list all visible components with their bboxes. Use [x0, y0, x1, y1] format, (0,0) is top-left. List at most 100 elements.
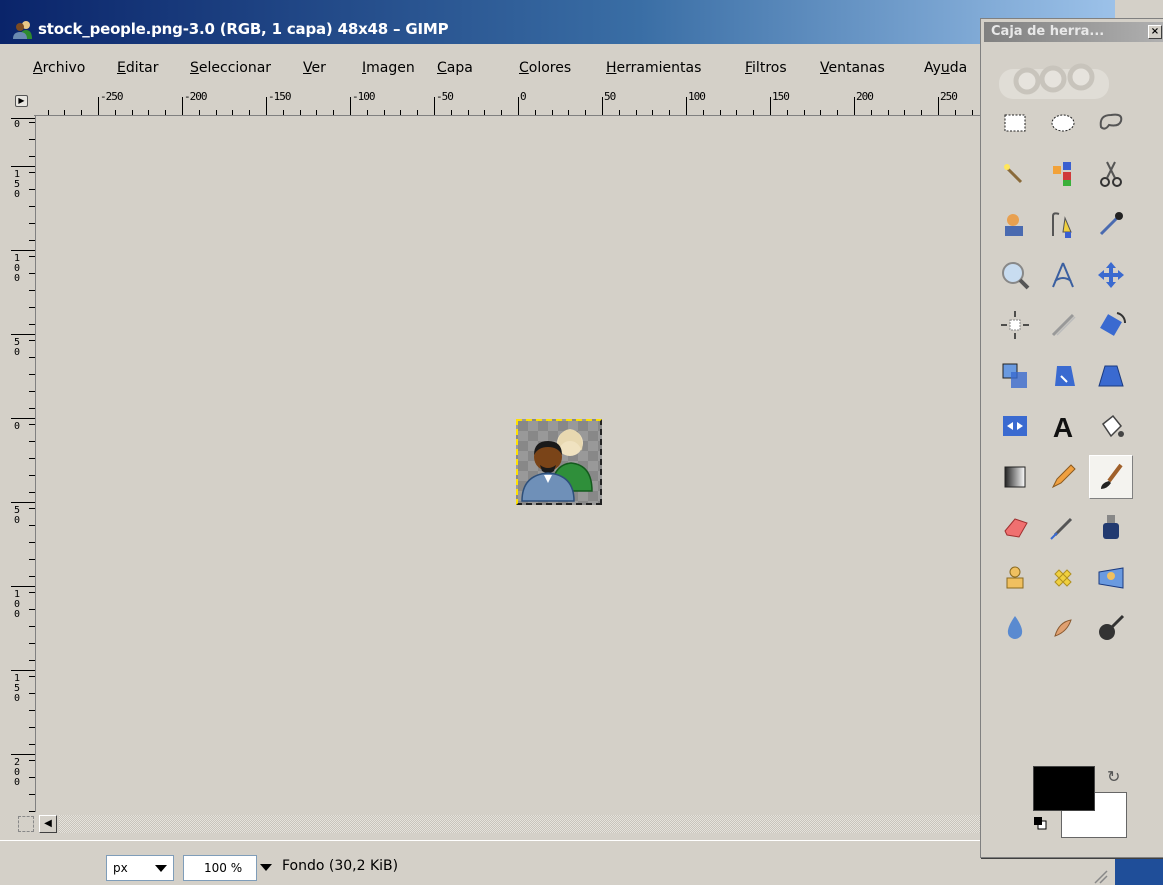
scroll-left-button[interactable]: ◀ [39, 815, 57, 833]
tool-color-picker-button[interactable] [1089, 202, 1133, 246]
resize-grip-icon[interactable] [1090, 866, 1108, 884]
blur-icon [1007, 616, 1023, 639]
dodge-burn-icon [1099, 614, 1125, 640]
toolbox-title-bar[interactable]: Caja de herra... × [984, 22, 1163, 42]
tool-eraser-button[interactable] [993, 505, 1037, 549]
tool-blur-button[interactable] [993, 606, 1037, 650]
perspective-clone-icon [1098, 566, 1124, 589]
ruler-major-tick [11, 250, 35, 251]
ruler-tick [29, 189, 35, 191]
tool-scale-button[interactable] [993, 354, 1037, 398]
horizontal-ruler[interactable]: -250 -200 -150 -100 -50 0 50 100 150 200 250 [34, 88, 985, 116]
tool-measure-button[interactable] [1041, 253, 1085, 297]
ruler-tick [467, 110, 469, 115]
ruler-tick [736, 110, 738, 115]
tool-scissors-button[interactable] [1089, 152, 1133, 196]
tool-dodge-burn-button[interactable] [1089, 606, 1133, 650]
ruler-tick [29, 474, 35, 476]
crop-icon [1051, 313, 1076, 337]
tool-rect-select-button[interactable] [993, 101, 1037, 145]
tool-flip-button[interactable] [993, 404, 1037, 448]
tool-perspective-clone-button[interactable] [1089, 556, 1133, 600]
vertical-ruler[interactable]: 0 1 5 0 1 0 0 5 0 0 5 0 1 0 0 1 5 0 2 0 0 [10, 116, 36, 812]
ruler-tick [29, 676, 35, 678]
ruler-label: -200 [184, 90, 207, 103]
ruler-tick [29, 273, 35, 275]
ruler-tick [686, 97, 687, 115]
menu-editar[interactable]: Editar [117, 60, 158, 76]
tool-shear-button[interactable] [1041, 354, 1085, 398]
swap-colors-icon[interactable]: ↻ [1107, 767, 1127, 787]
ruler-tick [887, 110, 889, 115]
foreground-color-swatch[interactable] [1033, 766, 1095, 811]
tool-move-button[interactable] [1089, 253, 1133, 297]
tool-pencil-button[interactable] [1041, 455, 1085, 499]
ruler-tick [938, 97, 939, 115]
layer-status-text: Fondo (30,2 KiB) [282, 858, 399, 874]
wilber-logo-icon [999, 63, 1109, 99]
window-title: stock_people.png-3.0 (RGB, 1 capa) 48x48… [38, 20, 449, 38]
menu-colores[interactable]: Colores [519, 60, 571, 76]
ruler-tick [350, 97, 351, 115]
zoom-combo[interactable]: 100 % [183, 855, 257, 881]
tool-paintbrush-button[interactable] [1089, 454, 1133, 499]
ruler-tick [98, 97, 99, 115]
tool-align-button[interactable] [993, 303, 1037, 347]
ruler-tick [29, 306, 35, 308]
tool-paths-button[interactable] [1041, 202, 1085, 246]
ruler-tick [29, 206, 35, 207]
image-layer-boundary[interactable] [516, 419, 602, 505]
tool-crop-button[interactable] [1041, 303, 1085, 347]
zoom-dropdown-button[interactable] [258, 855, 274, 881]
close-icon[interactable]: × [1148, 25, 1162, 39]
tool-airbrush-button[interactable] [1041, 505, 1085, 549]
image-canvas[interactable] [37, 117, 985, 812]
tool-free-select-button[interactable] [1089, 101, 1133, 145]
tool-perspective-button[interactable] [1089, 354, 1133, 398]
ruler-major-tick [11, 418, 35, 419]
tool-select-by-color-button[interactable] [1041, 152, 1085, 196]
ruler-tick [29, 239, 35, 241]
tool-bucket-fill-button[interactable] [1089, 404, 1133, 448]
menu-seleccionar[interactable]: Seleccionar [190, 60, 271, 76]
ruler-tick [29, 710, 35, 711]
tool-fuzzy-select-button[interactable] [993, 152, 1037, 196]
default-colors-icon[interactable] [1033, 816, 1047, 830]
ruler-tick [702, 110, 704, 115]
menu-ver[interactable]: Ver [303, 60, 326, 76]
ruler-tick [215, 110, 217, 115]
tool-blend-button[interactable] [993, 455, 1037, 499]
menu-ayuda[interactable]: Ayuda [924, 60, 967, 76]
menu-filtros[interactable]: Filtros [745, 60, 787, 76]
ruler-tick [450, 110, 452, 115]
ruler-tick [29, 256, 35, 258]
tool-ink-button[interactable] [1089, 505, 1133, 549]
menu-imagen[interactable]: Imagen [362, 60, 415, 76]
horizontal-scrollbar-track[interactable] [59, 815, 985, 833]
ruler-tick [29, 138, 35, 140]
tool-clone-button[interactable] [993, 556, 1037, 600]
ruler-tick [29, 508, 35, 510]
menu-ventanas[interactable]: Ventanas [820, 60, 885, 76]
stock-people-icon [521, 429, 593, 502]
menu-herramientas[interactable]: Herramientas [606, 60, 701, 76]
menu-archivo[interactable]: Archivo [33, 60, 85, 76]
unit-dropdown[interactable]: px [106, 855, 174, 881]
tool-heal-button[interactable] [1041, 556, 1085, 600]
tool-zoom-button[interactable] [993, 253, 1037, 297]
tool-ellipse-select-button[interactable] [1041, 101, 1085, 145]
ruler-label: 1 5 0 [13, 169, 21, 200]
menu-capa[interactable]: Capa [437, 60, 473, 76]
quick-mask-toggle-icon[interactable]: ▶ [15, 95, 28, 107]
ruler-tick [198, 110, 200, 115]
tool-smudge-button[interactable] [1041, 606, 1085, 650]
chevron-down-icon [155, 865, 167, 872]
airbrush-icon [1050, 517, 1073, 540]
ruler-label: 0 [13, 421, 21, 432]
navigate-icon[interactable] [18, 816, 34, 832]
tool-rotate-button[interactable] [1089, 303, 1133, 347]
ruler-tick [29, 726, 35, 728]
toolbox-window: Caja de herra... × A ↻ [980, 18, 1163, 858]
tool-foreground-select-button[interactable] [993, 202, 1037, 246]
tool-text-button[interactable]: A [1041, 404, 1085, 448]
